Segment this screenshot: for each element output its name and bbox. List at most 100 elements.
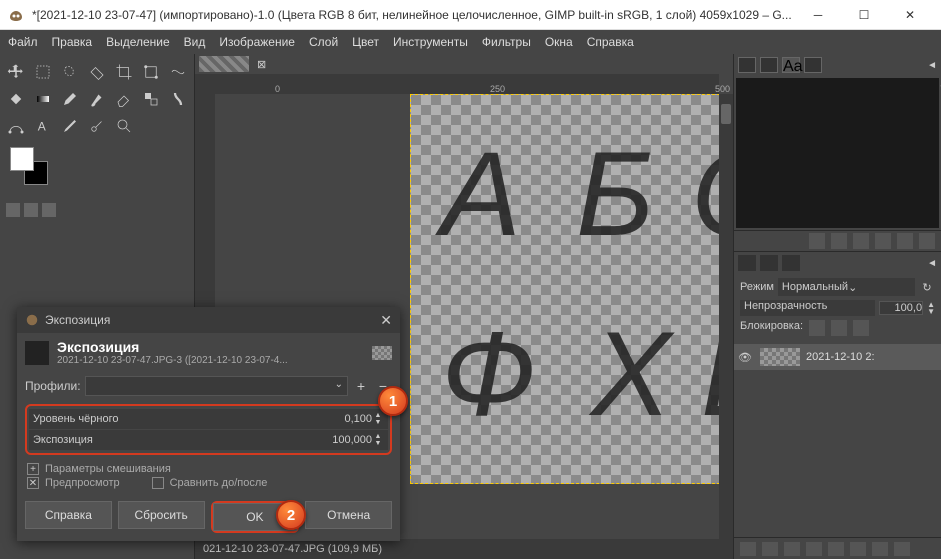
transform-tool-icon[interactable] (137, 58, 164, 85)
duplicate-layer-icon[interactable] (828, 542, 844, 556)
delete-layer-icon[interactable] (894, 542, 910, 556)
eraser-tool-icon[interactable] (110, 85, 137, 112)
rect-select-tool-icon[interactable] (29, 58, 56, 85)
dock-menu-icon[interactable]: ◄ (927, 60, 937, 71)
fuzzy-select-tool-icon[interactable] (83, 58, 110, 85)
svg-text:A: A (37, 119, 45, 133)
preview-checkbox[interactable]: ✕ (27, 477, 39, 489)
paths-tab-icon[interactable] (782, 255, 800, 271)
gradient-tool-icon[interactable] (29, 85, 56, 112)
image-canvas[interactable]: АБС ФХL (410, 94, 719, 484)
menu-file[interactable]: Файл (8, 35, 38, 49)
black-level-slider[interactable]: Уровень чёрного 0,100 ▲▼ (29, 409, 388, 429)
menu-view[interactable]: Вид (184, 35, 206, 49)
layer-row[interactable]: 👁 2021-12-10 2: (734, 344, 941, 370)
dock-icon[interactable] (853, 233, 869, 249)
clone-tool-icon[interactable] (137, 85, 164, 112)
exposure-label: Экспозиция (33, 434, 312, 446)
fg-color-swatch[interactable] (10, 147, 34, 171)
navigation-preview[interactable] (736, 78, 939, 228)
mode-combo[interactable]: Нормальный ⌄ (778, 278, 915, 296)
crop-tool-icon[interactable] (110, 58, 137, 85)
exposure-stepper-icon[interactable]: ▲▼ (372, 433, 384, 447)
dialog-close-icon[interactable]: ✕ (380, 312, 392, 329)
dock-icon[interactable] (831, 233, 847, 249)
bucket-tool-icon[interactable] (2, 85, 29, 112)
help-button[interactable]: Справка (25, 501, 112, 529)
window-maximize-button[interactable]: ☐ (841, 0, 887, 30)
path-tool-icon[interactable] (2, 112, 29, 139)
merge-layer-icon[interactable] (850, 542, 866, 556)
menu-image[interactable]: Изображение (219, 35, 295, 49)
channels-tab-icon[interactable] (760, 255, 778, 271)
menu-color[interactable]: Цвет (352, 35, 379, 49)
window-minimize-button[interactable]: ─ (795, 0, 841, 30)
black-level-stepper-icon[interactable]: ▲▼ (372, 412, 384, 426)
window-close-button[interactable]: ✕ (887, 0, 933, 30)
mask-layer-icon[interactable] (872, 542, 888, 556)
pencil-tool-icon[interactable] (56, 85, 83, 112)
menu-windows[interactable]: Окна (545, 35, 573, 49)
split-checkbox[interactable] (152, 477, 164, 489)
new-layer-icon[interactable] (740, 542, 756, 556)
layers-list: 👁 2021-12-10 2: (734, 344, 941, 537)
text-tool-icon[interactable]: A (29, 112, 56, 139)
reset-button[interactable]: Сбросить (118, 501, 205, 529)
dialog-titlebar[interactable]: Экспозиция ✕ (17, 307, 400, 333)
layer-name[interactable]: 2021-12-10 2: (806, 351, 875, 363)
layer-down-icon[interactable] (806, 542, 822, 556)
menu-filters[interactable]: Фильтры (482, 35, 531, 49)
main-menubar: Файл Правка Выделение Вид Изображение Сл… (0, 30, 941, 54)
opacity-stepper-icon[interactable]: ▲▼ (927, 301, 935, 315)
blend-options-expander[interactable]: + Параметры смешивания (27, 463, 390, 475)
dock-icon[interactable] (919, 233, 935, 249)
lock-pixels-icon[interactable] (809, 320, 825, 336)
profile-add-icon[interactable]: + (352, 377, 370, 395)
device-status-icon[interactable] (24, 203, 38, 217)
dock-icon[interactable] (875, 233, 891, 249)
menu-help[interactable]: Справка (587, 35, 634, 49)
measure-tool-icon[interactable] (83, 112, 110, 139)
smudge-tool-icon[interactable] (164, 85, 191, 112)
image-tab[interactable] (199, 56, 249, 72)
brush-tool-icon[interactable] (83, 85, 110, 112)
exposure-slider[interactable]: Экспозиция 100,000 ▲▼ (29, 430, 388, 450)
color-swatches[interactable] (10, 147, 60, 197)
profile-label: Профили: (25, 379, 81, 393)
dock-tab-fonts-icon[interactable]: Aa (782, 57, 800, 73)
zoom-tool-icon[interactable] (110, 112, 137, 139)
ruler-tick: 250 (490, 84, 505, 94)
menu-edit[interactable]: Правка (52, 35, 93, 49)
vertical-scrollbar[interactable] (719, 94, 733, 539)
dock-icon[interactable] (809, 233, 825, 249)
profile-row: Профили: ⌄ + − (17, 372, 400, 400)
color-picker-tool-icon[interactable] (56, 112, 83, 139)
move-tool-icon[interactable] (2, 58, 29, 85)
layer-group-icon[interactable] (762, 542, 778, 556)
lock-alpha-icon[interactable] (853, 320, 869, 336)
tab-close-icon[interactable]: ⊠ (257, 58, 266, 71)
mode-reset-icon[interactable]: ↻ (919, 281, 935, 294)
layer-up-icon[interactable] (784, 542, 800, 556)
dock-tab-patterns-icon[interactable] (760, 57, 778, 73)
dock-icon[interactable] (897, 233, 913, 249)
lock-position-icon[interactable] (831, 320, 847, 336)
dock-tab-history-icon[interactable] (804, 57, 822, 73)
dock-tab-brushes-icon[interactable] (738, 57, 756, 73)
profile-combo[interactable]: ⌄ (85, 376, 348, 396)
opacity-input[interactable] (879, 301, 923, 315)
layers-tab-icon[interactable] (738, 255, 756, 271)
tool-options-icon[interactable] (6, 203, 20, 217)
cancel-button[interactable]: Отмена (305, 501, 392, 529)
menu-select[interactable]: Выделение (106, 35, 170, 49)
menu-tools[interactable]: Инструменты (393, 35, 468, 49)
images-icon[interactable] (42, 203, 56, 217)
opacity-slider[interactable]: Непрозрачность (740, 300, 875, 316)
layer-visibility-icon[interactable]: 👁 (738, 351, 754, 364)
warp-tool-icon[interactable] (164, 58, 191, 85)
dock-top-tabs: Aa ◄ (734, 54, 941, 76)
layers-menu-icon[interactable]: ◄ (927, 258, 937, 269)
free-select-tool-icon[interactable] (56, 58, 83, 85)
menu-layer[interactable]: Слой (309, 35, 338, 49)
preview-label: Предпросмотр (45, 477, 120, 489)
